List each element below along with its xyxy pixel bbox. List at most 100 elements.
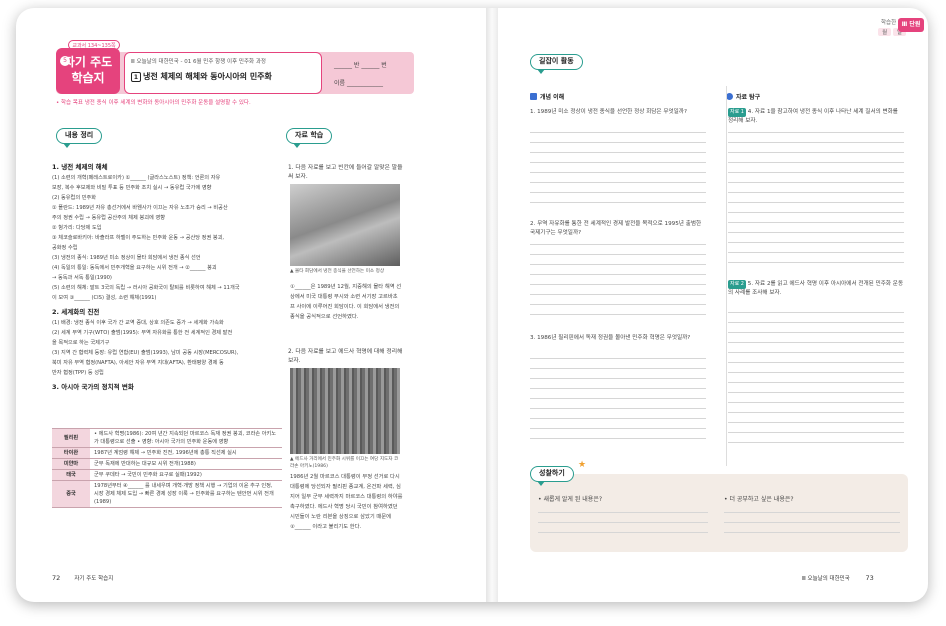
lesson-title: 1 냉전 체제의 해체와 동아시아의 민주화 [131,71,272,82]
table-row: 타이완 1987년 계엄령 해제 → 민주화 진전, 1996년에 총통 직선제 … [52,447,282,459]
summary-line: 반자 협정(TPP) 등 성립 [52,370,104,376]
left-page-number: 72 [52,574,61,582]
unit-badge: Ⅲ 단원 [898,18,924,32]
check-circle-icon [726,93,733,100]
activity-q5: 자료 2 5. 자료 2를 읽고 에드사 혁명 이후 아시아에서 전개된 민주화… [728,280,904,298]
photo1-caption: ▲ 몰타 회담에서 냉전 종식을 선언하는 미소 정상 [290,269,385,274]
table-row: 중국 1978년부터 ④______ 를 내세우며 개혁·개방 정책 시행 → 기… [52,480,282,508]
textbook-spread: 교과서 134~135쪽 5 자기 주도 학습지 Ⅲ 오늘날의 대한민국 - 0… [16,8,928,602]
summary-line: 을 목적으로 하는 국제기구 [52,340,110,346]
q4-text: 4. 자료 1을 참고하여 냉전 종식 이후 나타난 세계 질서의 변화를 정리… [728,109,898,124]
material-p1: ①______은 1989년 12월, 지중해의 몰타 해역 선상에서 미국 대… [290,284,402,320]
answer-lines-q5[interactable] [728,312,904,452]
table-row-key: 중국 [52,480,90,508]
summary-line: 북미 자유 무역 협정(NAFTA), 아세안 자유 무역 지대(AFTA), … [52,360,224,366]
summary-line: ③ 체코슬로바키아: 바츨라프 하벨이 주도하는 민주화 운동 → 공산당 정권… [52,235,225,241]
reflection-label: 성찰하기 [530,466,574,486]
right-footer-title: Ⅲ 오늘날의 대한민국 [802,576,850,582]
summary-line: (5) 소련의 해체: 발트 3국의 독립 → 러시아 공화국이 탈퇴를 비롯하… [52,285,240,291]
table-row-value: 1987년 계엄령 해제 → 민주화 진전, 1996년에 총통 직선제 실시 [90,447,282,459]
reflection-lines-1[interactable] [538,512,708,542]
table-row-key: 필리핀 [52,428,90,448]
reflection-q2: • 더 공부하고 싶은 내용은? [724,496,794,503]
left-footer-title: 자기 주도 학습지 [74,576,114,582]
section-activity-label: 길잡이 활동 [530,54,583,74]
answer-lines-q1[interactable] [530,132,706,212]
summary-line: 보장, 복수 후보제와 비밀 투표 등 민주화 조치 실시 → 동유럽 국가에 … [52,185,212,191]
chapter-path: Ⅲ 오늘날의 대한민국 - 01 6월 민주 항쟁 이후 민주화 과정 [131,59,266,65]
summary-line: → 동독과 서독 통일(1990) [52,275,112,281]
summary-block: 1. 냉전 체제의 해체 (1) 소련의 개혁(페레스트로이카) ①______… [52,162,284,393]
answer-lines-q3[interactable] [530,358,706,448]
table-row: 필리핀 • 에드사 혁명(1986): 20여 년간 지속되던 마르코스 독재 정… [52,428,282,448]
summary-line: ① 폴란드: 1989년 자유 총선거에서 바웬사가 이끄는 자유 노조가 승리… [52,205,228,211]
summary-line: (4) 독일의 통일: 동독에서 민주개혁을 요구하는 시위 전개 → ②___… [52,265,217,271]
table-row-key: 타이완 [52,447,90,459]
concept-title: 개념 이해 [530,92,710,103]
learning-goal: • 학습 목표 냉전 종식 이후 세계의 변화와 동아시아의 민주화 운동을 설… [56,100,251,106]
table-row-key: 태국 [52,469,90,481]
material-q1: 1. 다음 자료를 보고 빈칸에 들어갈 알맞은 말을 써 보자. [288,164,408,182]
answer-lines-q4[interactable] [728,132,904,272]
summary-line: (2) 세계 무역 기구(WTO) 출범(1995): 무역 자유화를 통한 전… [52,330,233,336]
student-info: ______ 반 ______ 번 이름 ____________ [328,56,412,90]
left-footer: 72 자기 주도 학습지 [52,574,113,582]
name-field[interactable]: 이름 ____________ [334,78,383,89]
table-row-value: • 에드사 혁명(1986): 20여 년간 지속되던 마르코스 독재 정권 붕… [90,428,282,448]
right-page-number: 73 [865,574,874,582]
malta-summit-photo [290,184,400,266]
section-material-label: 자료 학습 [286,128,333,148]
summary-heading-2: 2. 세계화의 진전 [52,308,100,316]
table-row-key: 미얀마 [52,458,90,470]
answer-lines-q2[interactable] [530,244,706,324]
asia-politics-table: 필리핀 • 에드사 혁명(1986): 20여 년간 지속되던 마르코스 독재 정… [52,428,282,508]
activity-q3: 3. 1986년 필리핀에서 독재 정권을 몰아낸 민주화 혁명은 무엇일까? [530,335,691,341]
activity-q2: 2. 무역 자유화를 통한 전 세계적인 경제 발전을 목적으로 1995년 출… [530,221,702,236]
q4-source-tag: 자료 1 [728,108,746,117]
summary-line: 이 모여 ③______ (CIS) 결성, 소련 해체(1991) [52,295,157,301]
summary-line: 공화정 수립 [52,245,78,251]
lesson-title-text: 냉전 체제의 해체와 동아시아의 민주화 [143,72,272,81]
reflection-lines-2[interactable] [724,512,900,542]
column-divider [726,86,727,466]
logo-badge: 5 [60,56,70,66]
material-p2: 1986년 2월 마르코스 대통령이 부정 선거로 다시 대통령에 당선되자 필… [290,474,403,530]
summary-line: 주의 정권 수립 → 동유럽 공산주의 체제 붕괴에 영향 [52,215,165,221]
right-footer: Ⅲ 오늘날의 대한민국 73 [802,574,874,582]
class-field[interactable]: ______ 반 ______ 번 [334,60,387,71]
material-q1-text: 1. 다음 자료를 보고 빈칸에 들어갈 알맞은 말을 써 보자. [288,165,403,180]
q5-text: 5. 자료 2를 읽고 에드사 혁명 이후 아시아에서 전개된 민주화 운동의 … [728,281,904,296]
activity-q1: 1. 1989년 미소 정상이 냉전 종식을 선언한 정상 회담은 무엇일까? [530,109,687,115]
table-row-value: 군부 쿠데타 → 국민이 민주화 요구로 실패(1992) [90,469,282,481]
summary-line: (3) 냉전의 종식: 1989년 미소 정상이 몰타 회담에서 냉전 종식 선… [52,255,201,261]
summary-line: ② 헝가리: 다당제 도입 [52,225,102,231]
edsa-revolution-photo [290,368,400,454]
table-row: 태국 군부 쿠데타 → 국민이 민주화 요구로 실패(1992) [52,469,282,481]
summary-heading-1: 1. 냉전 체제의 해체 [52,163,108,171]
logo-line2: 학습지 [71,71,105,85]
material-column: 자료 탐구 [726,92,906,103]
concept-column: 개념 이해 [530,92,710,103]
material-q2-text: 2. 다음 자료를 보고 에드사 혁명에 대해 정리해 보자. [288,349,403,364]
month-field[interactable]: 월 [878,28,892,36]
book-spine [486,8,498,602]
summary-line: (2) 동유럽의 민주화 [52,195,97,201]
section-summary-label: 내용 정리 [56,128,103,148]
table-row-value: 군부 독재에 반대하는 대규모 시위 전개(1988) [90,458,282,470]
worksheet-logo: 5 자기 주도 학습지 [56,48,120,94]
star-icon: ★ [578,460,587,470]
summary-line: (1) 소련의 개혁(페레스트로이카) ①______ (글라스노스트) 정책:… [52,175,221,181]
summary-list-2: (1) 배경: 냉전 종식 이후 국가 간 교역 증대, 상호 의존도 증가 →… [52,318,284,378]
q5-source-tag: 자료 2 [728,280,746,289]
table-row: 미얀마 군부 독재에 반대하는 대규모 시위 전개(1988) [52,458,282,470]
activity-q4: 자료 1 4. 자료 1을 참고하여 냉전 종식 이후 나타난 세계 질서의 변… [728,108,904,126]
summary-line: (1) 배경: 냉전 종식 이후 국가 간 교역 증대, 상호 의존도 증가 →… [52,320,224,326]
table-row-value: 1978년부터 ④______ 를 내세우며 개혁·개방 정책 시행 → 기업의… [90,480,282,508]
summary-line: (3) 지역 간 협력체 등장: 유럽 연합(EU) 출범(1993), 남미 … [52,350,239,356]
photo2-caption: ▲ 에드사 거리에서 민주화 시위를 이끄는 여당 지도자 코라손 아키노(19… [290,457,399,469]
material-col-title-text: 자료 탐구 [736,94,761,101]
concept-title-text: 개념 이해 [540,94,565,101]
summary-heading-3: 3. 아시아 국가의 정치적 변화 [52,383,134,391]
reflection-q1: • 새롭게 알게 된 내용은? [538,496,603,503]
lesson-number: 1 [131,72,141,82]
